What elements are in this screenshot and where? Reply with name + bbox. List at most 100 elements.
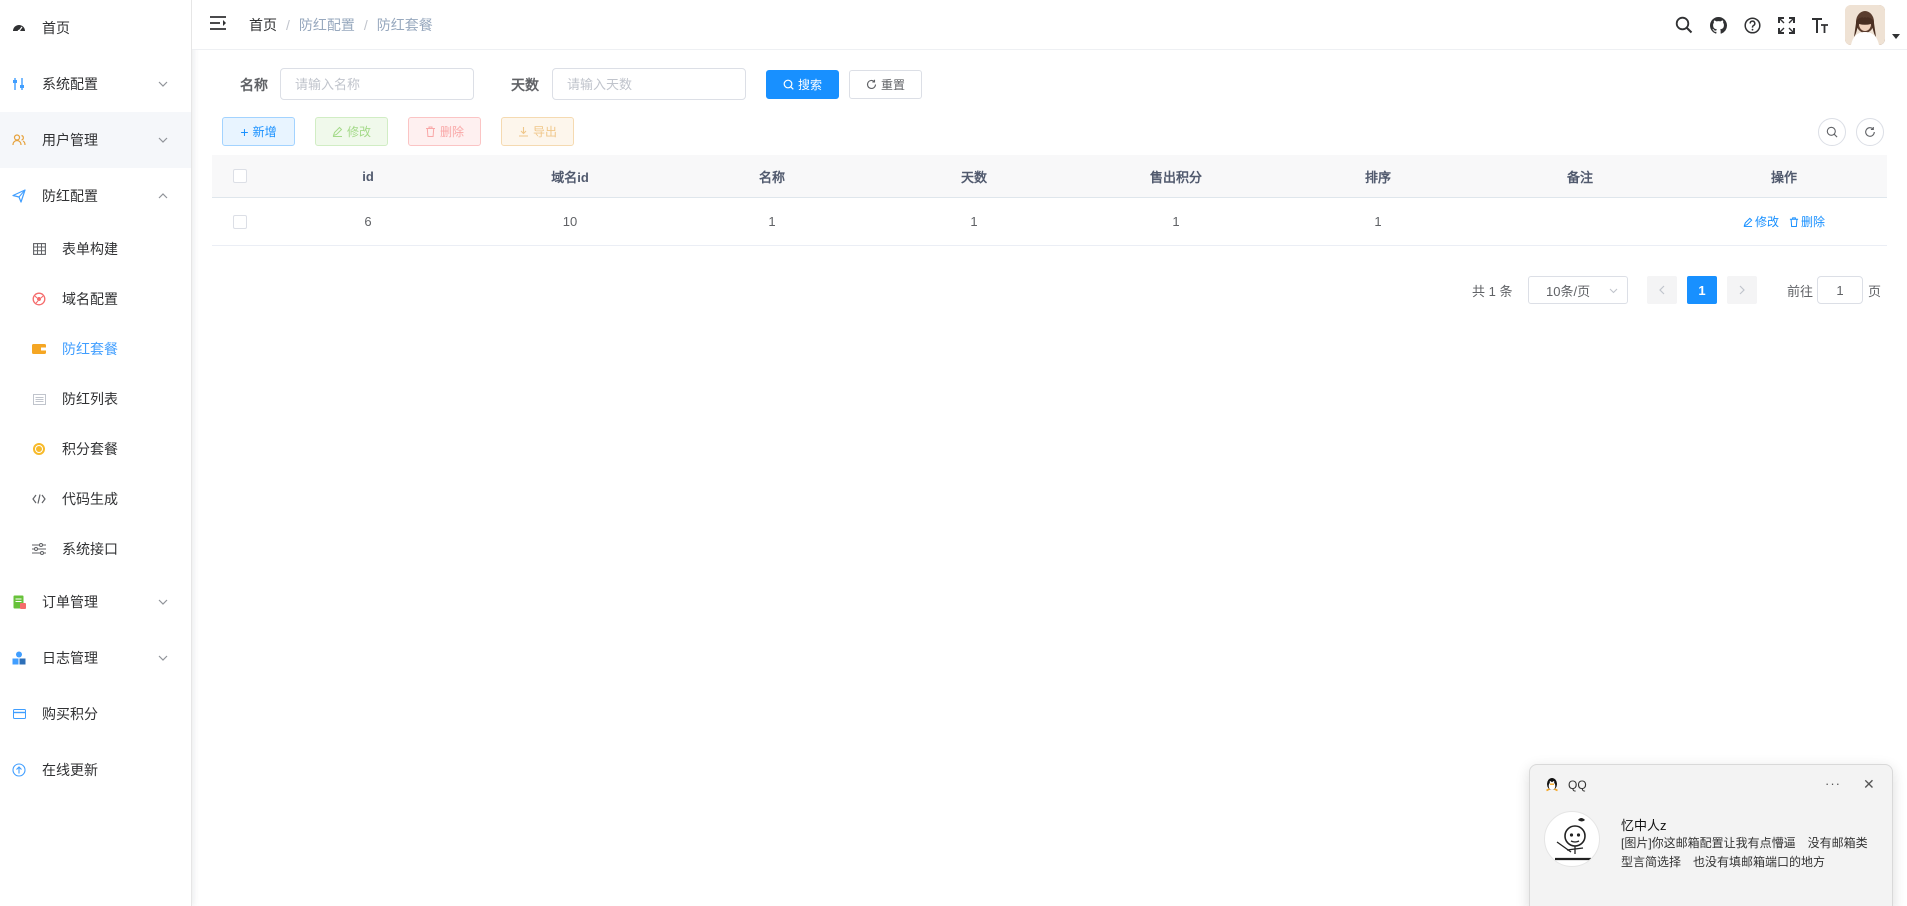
column-header-days[interactable]: 天数 bbox=[873, 155, 1075, 197]
add-button[interactable]: + 新增 bbox=[222, 117, 295, 146]
column-header-actions: 操作 bbox=[1770, 169, 1797, 185]
chevron-up-icon bbox=[157, 190, 169, 202]
sidebar-item-home[interactable]: 首页 bbox=[0, 0, 191, 56]
sidebar-item-label: 域名配置 bbox=[62, 291, 118, 307]
breadcrumb-separator: / bbox=[363, 17, 368, 33]
avatar[interactable] bbox=[1845, 5, 1885, 45]
row-select-cell bbox=[212, 198, 267, 245]
chevron-left-icon bbox=[1659, 285, 1665, 295]
sidebar-item-label: 防红配置 bbox=[42, 188, 98, 204]
notification-message: [图片]你这邮箱配置让我有点懵逼 没有邮箱类型言简选择 也没有填邮箱端口的地方 bbox=[1621, 836, 1868, 869]
fullscreen-icon[interactable] bbox=[1769, 0, 1803, 50]
sidebar-item-points-package[interactable]: 积分套餐 bbox=[0, 424, 191, 474]
table-header: id 域名id 名称 天数 售出积分 排序 备注 操作 bbox=[212, 155, 1887, 198]
column-header-id[interactable]: id bbox=[267, 155, 469, 197]
sidebar-item-label: 在线更新 bbox=[42, 762, 98, 778]
reset-button[interactable]: 重置 bbox=[849, 70, 922, 99]
data-table: id 域名id 名称 天数 售出积分 排序 备注 操作 6 10 1 1 1 1… bbox=[212, 155, 1887, 246]
upload-circle-icon bbox=[12, 763, 26, 777]
sidebar-item-buy-points[interactable]: 购买积分 bbox=[0, 686, 191, 742]
row-delete-link[interactable]: 删除 bbox=[1789, 213, 1825, 230]
hamburger-menu-icon[interactable] bbox=[209, 15, 227, 31]
prev-page-button[interactable] bbox=[1647, 276, 1677, 304]
sidebar-item-system-api[interactable]: 系统接口 bbox=[0, 524, 191, 574]
sidebar-item-system-config[interactable]: 系统配置 bbox=[0, 56, 191, 112]
cell-sort: 1 bbox=[1374, 214, 1382, 229]
table-grid-icon bbox=[32, 242, 46, 256]
sender-avatar bbox=[1544, 811, 1600, 867]
settings-sliders-icon bbox=[12, 77, 26, 91]
select-all-checkbox[interactable] bbox=[232, 169, 247, 183]
close-icon[interactable]: ✕ bbox=[1863, 776, 1875, 793]
sidebar-item-label: 日志管理 bbox=[42, 650, 98, 666]
user-icon bbox=[12, 133, 26, 147]
next-page-button[interactable] bbox=[1727, 276, 1757, 304]
wallet-icon bbox=[32, 342, 46, 356]
delete-button[interactable]: 删除 bbox=[408, 117, 481, 146]
row-edit-link[interactable]: 修改 bbox=[1743, 213, 1779, 230]
sidebar-item-anti-red-list[interactable]: 防红列表 bbox=[0, 374, 191, 424]
qq-notification-toast[interactable]: QQ ··· ✕ 忆中人z [图片]你这邮箱配置让我有点懵逼 没有邮箱类型言简选… bbox=[1529, 764, 1893, 906]
header-actions bbox=[1667, 0, 1907, 50]
sidebar-item-label: 防红套餐 bbox=[62, 341, 118, 357]
top-navbar: 首页 / 防红配置 / 防红套餐 bbox=[192, 0, 1907, 50]
column-header-name[interactable]: 名称 bbox=[671, 155, 873, 197]
table-row[interactable]: 6 10 1 1 1 1 修改 删除 bbox=[212, 198, 1887, 246]
sidebar-item-label: 订单管理 bbox=[42, 594, 98, 610]
refresh-icon bbox=[866, 79, 877, 89]
page-size-select[interactable]: 10条/页 bbox=[1528, 276, 1628, 304]
name-label: 名称 bbox=[240, 77, 268, 93]
search-button-label: 搜索 bbox=[797, 78, 822, 92]
github-icon[interactable] bbox=[1701, 0, 1735, 50]
cell-days: 1 bbox=[970, 214, 978, 229]
tune-icon bbox=[32, 542, 46, 556]
list-icon bbox=[32, 392, 46, 406]
name-input[interactable] bbox=[280, 68, 474, 100]
delete-button-label: 删除 bbox=[439, 125, 464, 139]
column-header-domain-id[interactable]: 域名id bbox=[469, 155, 671, 197]
sidebar-item-code-gen[interactable]: 代码生成 bbox=[0, 474, 191, 524]
chevron-down-icon bbox=[157, 596, 169, 608]
page-number-current[interactable]: 1 bbox=[1687, 276, 1717, 304]
select-all-cell bbox=[212, 155, 267, 197]
help-icon[interactable] bbox=[1735, 0, 1769, 50]
refresh-table-button[interactable] bbox=[1856, 118, 1884, 146]
sidebar-item-label: 防红列表 bbox=[62, 391, 118, 407]
card-icon bbox=[12, 707, 26, 721]
breadcrumb-home[interactable]: 首页 bbox=[249, 15, 277, 35]
sidebar-item-anti-red-package[interactable]: 防红套餐 bbox=[0, 324, 191, 374]
qq-penguin-icon bbox=[1545, 777, 1559, 795]
column-header-sort[interactable]: 排序 bbox=[1277, 155, 1479, 197]
goto-page-input[interactable] bbox=[1817, 276, 1863, 304]
sidebar: 首页 系统配置 用户管理 防红配置 表单构建 域名配置 防红套餐 防红列表 积分… bbox=[0, 0, 192, 906]
export-button-label: 导出 bbox=[532, 125, 557, 139]
sidebar-item-user-management[interactable]: 用户管理 bbox=[0, 112, 191, 168]
breadcrumb-separator: / bbox=[286, 17, 290, 33]
chevron-down-icon bbox=[157, 78, 169, 90]
days-input[interactable] bbox=[552, 68, 746, 100]
edit-icon bbox=[332, 126, 343, 137]
sidebar-item-domain-config[interactable]: 域名配置 bbox=[0, 274, 191, 324]
export-button[interactable]: 导出 bbox=[501, 117, 574, 146]
toggle-search-button[interactable] bbox=[1818, 118, 1846, 146]
sidebar-item-order-management[interactable]: 订单管理 bbox=[0, 574, 191, 630]
search-icon[interactable] bbox=[1667, 0, 1701, 50]
breadcrumb-anti-red-config[interactable]: 防红配置 bbox=[299, 15, 355, 35]
sidebar-item-anti-red-config[interactable]: 防红配置 bbox=[0, 168, 191, 224]
edit-button[interactable]: 修改 bbox=[315, 117, 388, 146]
edit-icon bbox=[1743, 217, 1753, 227]
row-checkbox[interactable] bbox=[232, 214, 247, 229]
dashboard-icon bbox=[12, 21, 26, 35]
column-header-points[interactable]: 售出积分 bbox=[1075, 155, 1277, 197]
more-options-button[interactable]: ··· bbox=[1825, 776, 1841, 791]
sidebar-item-form-builder[interactable]: 表单构建 bbox=[0, 224, 191, 274]
sidebar-item-online-update[interactable]: 在线更新 bbox=[0, 742, 191, 798]
sidebar-item-label: 购买积分 bbox=[42, 706, 98, 722]
sidebar-item-log-management[interactable]: 日志管理 bbox=[0, 630, 191, 686]
font-size-icon[interactable] bbox=[1803, 0, 1837, 50]
cell-actions: 修改 删除 bbox=[1681, 198, 1887, 245]
search-button[interactable]: 搜索 bbox=[766, 70, 839, 99]
caret-down-icon[interactable] bbox=[1885, 0, 1907, 50]
search-icon bbox=[1826, 126, 1838, 138]
column-header-remark[interactable]: 备注 bbox=[1479, 155, 1681, 197]
